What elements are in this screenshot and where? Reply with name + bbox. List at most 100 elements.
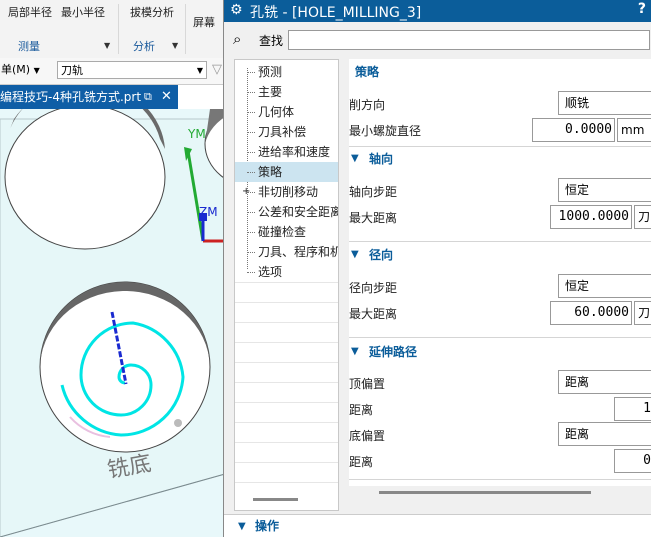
screen-button[interactable]: 屏幕 [193, 14, 215, 30]
radial-step-select[interactable]: 恒定 [558, 274, 651, 298]
bottom-offset-select[interactable]: 距离 [558, 422, 651, 446]
tree-item-label: 碰撞检查 [258, 225, 307, 239]
axial-max-distance-label: 最大距离 [349, 211, 398, 225]
tree-item-main[interactable]: 主要 [235, 82, 338, 102]
tree-item-options[interactable]: 选项 [235, 262, 338, 282]
panel-scrollbar-thumb[interactable] [379, 491, 591, 494]
filter-value: 刀轨 [61, 64, 83, 77]
tree-item-label: 主要 [258, 85, 283, 99]
top-distance-label: 距离 [349, 403, 374, 417]
gear-icon[interactable]: ⚙ [230, 2, 243, 18]
bottom-distance-input[interactable]: 0 [614, 449, 651, 473]
empty-row [235, 462, 338, 483]
section-axial-header[interactable]: ▼ 轴向 [349, 148, 651, 170]
tree-scrollbar-thumb[interactable] [253, 498, 298, 501]
tree-item-label: 非切削移动 [258, 185, 319, 199]
tree-item-collision-check[interactable]: 碰撞检查 [235, 222, 338, 242]
cut-direction-select[interactable]: 顺铣 [558, 91, 651, 115]
axial-step-select[interactable]: 恒定 [558, 178, 651, 202]
binoculars-icon: ⌕ [233, 30, 242, 48]
collapse-triangle-icon: ▼ [238, 521, 246, 532]
radial-max-distance-input[interactable]: 60.0000 [550, 301, 632, 325]
cut-direction-label: 削方向 [349, 98, 386, 112]
draft-analysis-button[interactable]: 拔模分析 [130, 4, 174, 20]
section-title: 轴向 [369, 152, 394, 166]
section-strategy-header[interactable]: 策略 [349, 61, 651, 83]
bottom-offset-label: 底偏置 [349, 429, 386, 443]
tree-item-label: 几何体 [258, 105, 295, 119]
empty-row [235, 442, 338, 463]
dialog-title-bar[interactable]: ⚙ 孔铣 - [HOLE_MILLING_3] ? [224, 0, 651, 22]
ribbon-divider [118, 4, 119, 54]
tree-item-tolerance-clearance[interactable]: 公差和安全距离 [235, 202, 339, 222]
file-tab-name: 编程技巧-4种孔铣方式.prt [0, 90, 142, 104]
section-divider [349, 146, 651, 147]
radial-step-label: 径向步距 [349, 281, 398, 295]
section-title: 延伸路径 [369, 345, 418, 359]
parameter-panel: 策略 削方向 顺铣 最小螺旋直径 0.0000 mm ▼ 轴向 轴向步距 恒定 最… [349, 59, 651, 486]
section-radial-header[interactable]: ▼ 径向 [349, 244, 651, 266]
tree-item-geometry[interactable]: 几何体 [235, 102, 338, 122]
ribbon: 局部半径 最小半径 拔模分析 屏幕 测量 ▼ 分析 ▼ [0, 0, 230, 59]
tree-item-feeds-speeds[interactable]: 进给率和速度 [235, 142, 338, 162]
empty-row [235, 422, 338, 443]
tree-item-strategy[interactable]: 策略 [235, 162, 338, 182]
dropdown-arrow-icon: ▼ [196, 66, 203, 75]
top-distance-input[interactable]: 1 [614, 397, 651, 421]
group-label-analysis: 分析 [133, 40, 155, 53]
section-title: 操作 [255, 519, 280, 533]
group-expand-icon[interactable]: ▼ [172, 41, 178, 50]
axial-max-distance-unit-select[interactable]: 刀 [634, 205, 651, 229]
graphics-viewport[interactable]: YM ZM 铣底 [0, 109, 230, 537]
tree-item-non-cutting-moves[interactable]: + 非切削移动 [235, 182, 338, 202]
filter-select[interactable]: 刀轨 ▼ [57, 61, 207, 79]
hole-milling-dialog: ⚙ 孔铣 - [HOLE_MILLING_3] ? ⌕ 查找 预测 主要 几何体… [223, 0, 651, 538]
search-input[interactable] [288, 30, 650, 50]
search-row: ⌕ 查找 [224, 26, 651, 56]
type-filter-value: 单(M) [1, 63, 31, 76]
section-extend-path-header[interactable]: ▼ 延伸路径 [349, 341, 651, 363]
tree-item-tool-program-machine[interactable]: 刀具、程序和机床 [235, 242, 338, 262]
collapse-triangle-icon: ▼ [351, 153, 359, 164]
file-tab[interactable]: 编程技巧-4种孔铣方式.prt ⧉ ✕ [0, 85, 178, 109]
close-icon[interactable]: ✕ [161, 85, 172, 109]
top-offset-select[interactable]: 距离 [558, 370, 651, 394]
min-helix-unit-select[interactable]: mm [617, 118, 651, 142]
empty-row [235, 322, 338, 343]
toolpath-end-point [174, 419, 182, 427]
section-title: 策略 [355, 65, 380, 79]
min-radius-button[interactable]: 最小半径 [61, 4, 105, 20]
filter-icon[interactable]: ▽ [212, 62, 222, 77]
group-expand-icon[interactable]: ▼ [104, 41, 110, 50]
restore-icon[interactable]: ⧉ [144, 85, 152, 109]
min-helix-diameter-input[interactable]: 0.0000 [532, 118, 615, 142]
dropdown-arrow-icon: ▼ [33, 66, 40, 75]
zm-label: ZM [199, 205, 218, 219]
ribbon-divider [185, 4, 186, 54]
empty-row [235, 302, 338, 323]
tree-connector [247, 132, 255, 133]
section-divider [349, 337, 651, 338]
tree-connector [247, 232, 255, 233]
section-operation-header[interactable]: ▼ 操作 [224, 514, 651, 538]
type-filter-select[interactable]: 单(M) ▼ [0, 61, 42, 79]
radial-max-distance-unit-select[interactable]: 刀 [634, 301, 651, 325]
tree-connector [247, 192, 255, 193]
panel-scrollbar[interactable] [349, 486, 651, 500]
tree-item-tool-compensation[interactable]: 刀具补偿 [235, 122, 338, 142]
empty-row [235, 362, 338, 383]
section-divider [349, 479, 651, 480]
collapse-triangle-icon: ▼ [351, 249, 359, 260]
axial-max-distance-input[interactable]: 1000.0000 [550, 205, 632, 229]
tree-connector [247, 272, 255, 273]
axial-step-label: 轴向步距 [349, 185, 398, 199]
bottom-distance-label: 距离 [349, 455, 374, 469]
empty-row [235, 382, 338, 403]
search-label: 查找 [259, 34, 284, 48]
empty-row [235, 342, 338, 363]
navigation-tree: 预测 主要 几何体 刀具补偿 进给率和速度 策略 + 非切削移动 公差和安全距离 … [234, 59, 339, 511]
tree-item-preview[interactable]: 预测 [235, 62, 338, 82]
tree-item-label: 公差和安全距离 [258, 205, 339, 219]
help-button[interactable]: ? [638, 1, 646, 17]
local-radius-button[interactable]: 局部半径 [8, 4, 52, 20]
